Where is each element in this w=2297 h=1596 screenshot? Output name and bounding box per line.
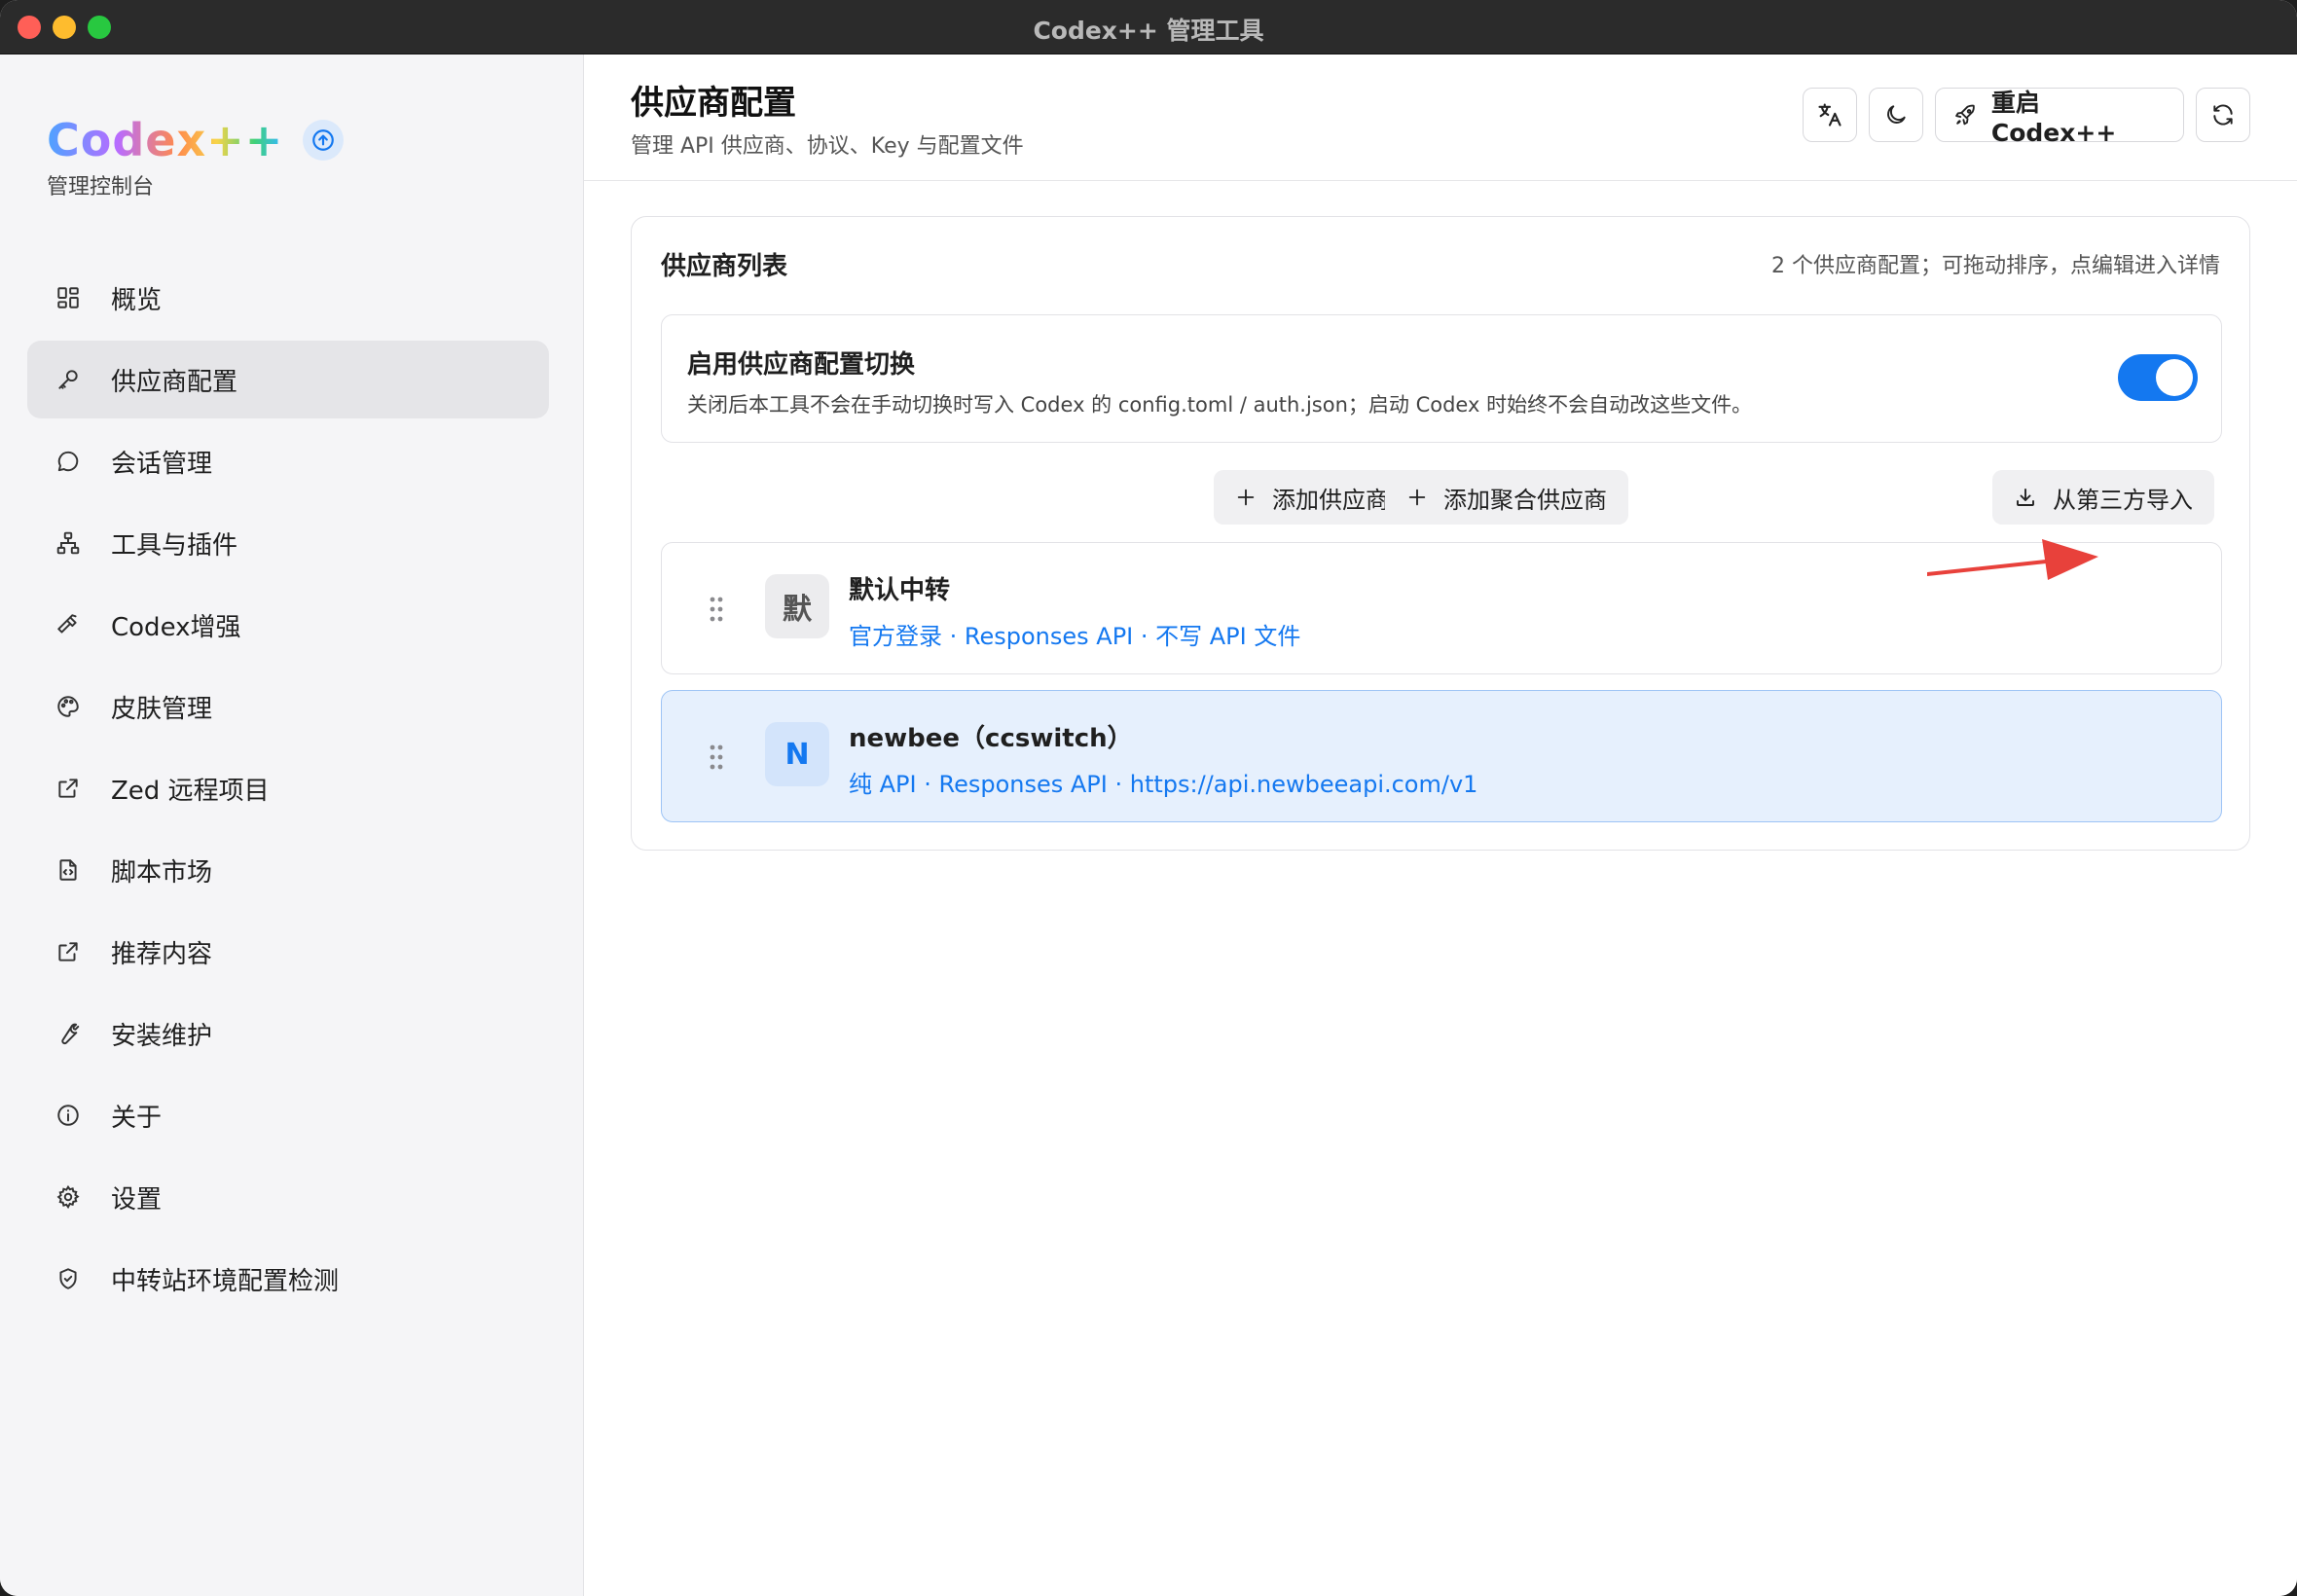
sidebar-item-label: 中转站环境配置检测	[111, 1266, 340, 1296]
sidebar-item-label: 皮肤管理	[111, 694, 213, 724]
page-header: 供应商配置 管理 API 供应商、协议、Key 与配置文件 重启 Codex++	[584, 54, 2297, 181]
file-code-icon	[55, 856, 82, 884]
provider-avatar: 默	[765, 574, 829, 638]
sidebar: Codex++ 管理控制台 概览 供应商配置 会话管理 工具与插件 Codex增…	[0, 54, 584, 1596]
sidebar-item-label: 推荐内容	[111, 939, 213, 969]
restart-codex-label: 重启 Codex++	[1990, 88, 2117, 147]
app-window: Codex++ 管理工具 Codex++ 管理控制台 概览 供应商配置 会话管理…	[0, 0, 2297, 1596]
sidebar-item-label: 会话管理	[111, 449, 213, 479]
title-bar: Codex++ 管理工具	[0, 0, 2297, 54]
sidebar-nav: 概览 供应商配置 会话管理 工具与插件 Codex增强 皮肤管理 Zed 远程项…	[27, 259, 549, 1322]
sidebar-item-label: 供应商配置	[111, 367, 238, 397]
provider-name: newbee（ccswitch）	[849, 724, 1133, 753]
provider-row-selected[interactable]: N newbee（ccswitch） 纯 API · Responses API…	[661, 690, 2222, 822]
plus-icon	[1237, 489, 1255, 506]
grid-icon	[55, 284, 82, 311]
brand-logo: Codex++	[47, 114, 284, 166]
sidebar-item-label: 关于	[111, 1103, 163, 1133]
sidebar-item-label: 工具与插件	[111, 530, 238, 561]
sidebar-item-relay-check[interactable]: 中转站环境配置检测	[27, 1240, 549, 1318]
language-button[interactable]	[1803, 88, 1857, 142]
sidebar-item-zed-remote[interactable]: Zed 远程项目	[27, 749, 549, 827]
providers-count-text: 2 个供应商配置；可拖动排序，点编辑进入详情	[1771, 254, 2220, 278]
drag-handle-icon[interactable]	[707, 594, 726, 625]
rocket-icon	[1955, 104, 1975, 126]
palette-icon	[55, 693, 82, 720]
sidebar-item-label: 安装维护	[111, 1021, 213, 1051]
provider-details: 纯 API · Responses API · https://api.newb…	[849, 771, 1478, 798]
download-icon	[2017, 489, 2034, 506]
refresh-button[interactable]	[2196, 88, 2250, 142]
sidebar-item-label: 概览	[111, 285, 163, 315]
update-badge-button[interactable]	[303, 120, 345, 161]
page-title: 供应商配置	[631, 84, 796, 123]
network-icon	[55, 529, 82, 557]
refresh-icon	[2213, 104, 2233, 126]
moon-icon	[1887, 105, 1906, 124]
import-third-party-button[interactable]: 从第三方导入	[1992, 470, 2214, 525]
add-aggregate-provider-button[interactable]: 添加聚合供应商	[1385, 470, 1628, 525]
hammer-icon	[55, 611, 82, 638]
sidebar-item-skins[interactable]: 皮肤管理	[27, 668, 549, 745]
info-icon	[55, 1102, 82, 1129]
chat-bubble-icon	[55, 448, 82, 475]
import-third-party-label: 从第三方导入	[2053, 486, 2193, 514]
sidebar-item-install-maintain[interactable]: 安装维护	[27, 995, 549, 1072]
sidebar-item-label: Codex增强	[111, 612, 241, 642]
sidebar-item-recommended[interactable]: 推荐内容	[27, 913, 549, 991]
provider-name: 默认中转	[849, 576, 951, 605]
external-link-icon	[55, 938, 82, 965]
sidebar-item-providers[interactable]: 供应商配置	[27, 341, 549, 418]
sidebar-item-tools[interactable]: 工具与插件	[27, 504, 549, 582]
arrow-up-circle-icon	[312, 129, 335, 151]
theme-toggle-button[interactable]	[1869, 88, 1923, 142]
external-link-icon	[55, 775, 82, 802]
page-subtitle: 管理 API 供应商、协议、Key 与配置文件	[631, 134, 1024, 159]
toggle-knob	[2156, 359, 2193, 396]
sidebar-item-about[interactable]: 关于	[27, 1076, 549, 1154]
provider-switch-description: 关闭后本工具不会在手动切换时写入 Codex 的 config.toml / a…	[687, 393, 1753, 417]
sidebar-item-script-market[interactable]: 脚本市场	[27, 831, 549, 909]
add-provider-button[interactable]: 添加供应商	[1214, 470, 1410, 525]
provider-switch-panel: 启用供应商配置切换 关闭后本工具不会在手动切换时写入 Codex 的 confi…	[661, 314, 2222, 443]
sidebar-item-codex-enhance[interactable]: Codex增强	[27, 586, 549, 664]
brand-subtitle: 管理控制台	[47, 175, 155, 200]
sidebar-item-label: 设置	[111, 1184, 163, 1215]
main-content: 供应商配置 管理 API 供应商、协议、Key 与配置文件 重启 Codex++…	[584, 54, 2297, 1596]
plus-icon	[1408, 489, 1426, 506]
providers-card-title: 供应商列表	[661, 252, 788, 281]
sidebar-item-overview[interactable]: 概览	[27, 259, 549, 337]
sidebar-item-label: Zed 远程项目	[111, 776, 270, 806]
sidebar-item-label: 脚本市场	[111, 857, 213, 888]
provider-details: 官方登录 · Responses API · 不写 API 文件	[849, 623, 1301, 650]
shield-check-icon	[55, 1265, 82, 1292]
translate-icon	[1818, 103, 1841, 127]
sidebar-item-settings[interactable]: 设置	[27, 1158, 549, 1236]
annotation-arrow-icon	[1927, 539, 2098, 580]
add-provider-label: 添加供应商	[1272, 486, 1389, 514]
drag-handle-icon[interactable]	[707, 742, 726, 773]
provider-avatar: N	[765, 722, 829, 786]
wrench-icon	[55, 1020, 82, 1047]
window-title: Codex++ 管理工具	[1033, 17, 1264, 45]
add-aggregate-provider-label: 添加聚合供应商	[1443, 486, 1607, 514]
key-icon	[55, 366, 82, 393]
sidebar-item-sessions[interactable]: 会话管理	[27, 422, 549, 500]
provider-switch-toggle[interactable]	[2118, 354, 2198, 401]
gear-icon	[55, 1183, 82, 1211]
provider-switch-title: 启用供应商配置切换	[687, 350, 916, 380]
restart-codex-button[interactable]: 重启 Codex++	[1935, 88, 2184, 147]
brand: Codex++	[47, 109, 345, 171]
